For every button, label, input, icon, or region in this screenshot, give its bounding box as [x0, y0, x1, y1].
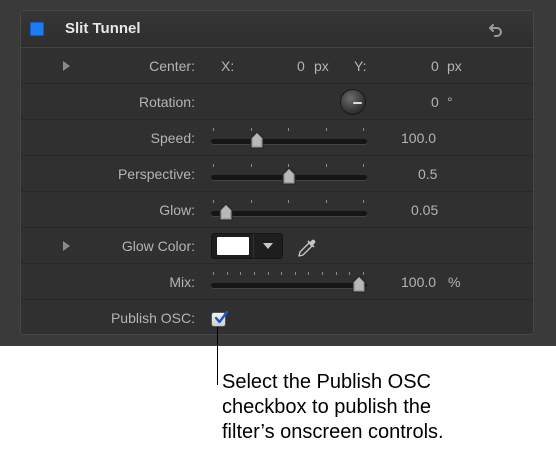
center-y-label: Y:	[354, 58, 367, 74]
slider-tick	[322, 272, 324, 275]
center-x-unit: px	[314, 58, 329, 74]
filter-panel: Slit Tunnel Center: X: 0 px Y: 0 px Rota…	[20, 10, 534, 335]
perspective-value[interactable]: 0.5	[418, 166, 437, 182]
rotation-value[interactable]: 0	[431, 94, 439, 110]
rotation-unit: °	[447, 94, 453, 110]
speed-slider-track[interactable]	[211, 139, 367, 144]
slider-tick	[308, 272, 310, 275]
slider-tick	[226, 272, 228, 275]
filter-title: Slit Tunnel	[65, 20, 141, 37]
mix-value[interactable]: 100.0	[401, 274, 436, 290]
chevron-down-icon[interactable]	[253, 234, 283, 258]
param-label-speed: Speed:	[150, 130, 195, 146]
param-label-mix: Mix:	[169, 274, 195, 290]
slider-tick	[213, 128, 214, 131]
mix-unit: %	[448, 274, 461, 290]
callout-line-2: checkbox to publish the	[222, 396, 432, 418]
slider-tick	[363, 200, 364, 203]
disclosure-triangle-icon[interactable]	[63, 61, 70, 71]
slider-tick	[213, 164, 214, 167]
slider-tick	[325, 200, 327, 203]
param-row-mix: Mix: 100.0 %	[21, 264, 533, 300]
color-swatch[interactable]	[217, 237, 249, 255]
color-well[interactable]	[211, 233, 283, 259]
param-label-rotation: Rotation:	[138, 94, 195, 110]
slider-tick	[250, 200, 252, 203]
speed-slider-thumb[interactable]	[249, 131, 265, 149]
slider-tick	[325, 128, 327, 131]
checkmark-icon	[214, 310, 229, 324]
param-row-center: Center: X: 0 px Y: 0 px	[21, 48, 533, 84]
param-label-publish-osc: Publish OSC:	[110, 310, 195, 326]
slider-tick	[288, 200, 289, 203]
slider-tick	[253, 272, 255, 275]
slider-ticks	[213, 200, 364, 204]
callout-line-1: Select the Publish OSC	[222, 371, 431, 393]
param-row-perspective: Perspective: 0.5	[21, 156, 533, 192]
filter-enable-checkbox[interactable]	[30, 22, 44, 36]
slider-tick	[325, 164, 327, 167]
slider-tick	[281, 272, 283, 275]
center-y-value[interactable]: 0	[431, 58, 439, 74]
callout-text: Select the Publish OSC checkbox to publi…	[222, 370, 522, 445]
slider-tick	[335, 272, 337, 275]
param-label-center: Center:	[149, 58, 195, 74]
inspector-background: Slit Tunnel Center: X: 0 px Y: 0 px Rota…	[0, 0, 556, 346]
callout-line-3: filter’s onscreen controls.	[222, 421, 444, 443]
glow-slider-track[interactable]	[211, 211, 367, 216]
slider-tick	[240, 272, 242, 275]
perspective-slider-thumb[interactable]	[281, 167, 297, 185]
param-row-glow-color: Glow Color:	[21, 228, 533, 264]
center-y-unit: px	[447, 58, 462, 74]
slider-ticks	[213, 272, 364, 276]
param-label-glow-color: Glow Color:	[121, 238, 195, 254]
speed-value[interactable]: 100.0	[401, 130, 436, 146]
glow-slider-thumb[interactable]	[218, 203, 234, 221]
center-x-value[interactable]: 0	[297, 58, 305, 74]
slider-tick	[363, 128, 364, 131]
reset-icon[interactable]	[487, 20, 505, 38]
slider-tick	[267, 272, 269, 275]
eyedropper-icon[interactable]	[295, 233, 319, 259]
param-row-speed: Speed: 100.0	[21, 120, 533, 156]
param-label-perspective: Perspective:	[117, 166, 195, 182]
slider-ticks	[213, 128, 364, 132]
glow-value[interactable]: 0.05	[411, 202, 438, 218]
center-x-label: X:	[221, 58, 235, 74]
slider-tick	[213, 200, 214, 203]
param-row-rotation: Rotation: 0 °	[21, 84, 533, 120]
publish-osc-checkbox[interactable]	[211, 310, 229, 327]
slider-tick	[288, 128, 289, 131]
callout-line	[217, 327, 218, 385]
param-label-glow: Glow:	[159, 202, 195, 218]
mix-slider-track[interactable]	[211, 283, 367, 288]
slider-tick	[363, 164, 364, 167]
param-row-glow: Glow: 0.05	[21, 192, 533, 228]
filter-header: Slit Tunnel	[21, 11, 533, 48]
param-row-publish-osc: Publish OSC:	[21, 300, 533, 336]
disclosure-triangle-icon[interactable]	[63, 241, 70, 251]
mix-slider-thumb[interactable]	[351, 275, 367, 293]
slider-tick	[250, 164, 252, 167]
rotation-dial[interactable]	[340, 89, 366, 115]
slider-tick	[213, 272, 214, 275]
slider-tick	[294, 272, 296, 275]
